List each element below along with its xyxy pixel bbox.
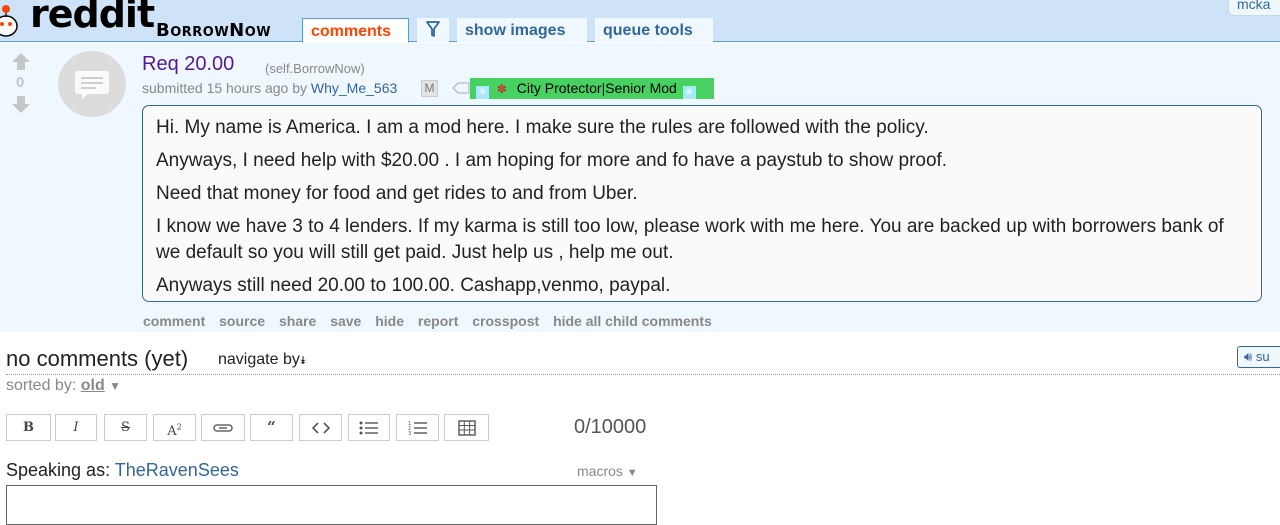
bulleted-list-button[interactable] bbox=[348, 414, 390, 441]
sort-dropdown[interactable]: old bbox=[81, 377, 105, 394]
report-link[interactable]: report bbox=[418, 313, 458, 329]
post-domain[interactable]: (self.BorrowNow) bbox=[265, 61, 365, 76]
comment-textarea[interactable] bbox=[6, 485, 657, 525]
macros-label: macros bbox=[577, 463, 623, 479]
link-button[interactable] bbox=[201, 414, 245, 441]
speaking-username[interactable]: TheRavenSees bbox=[115, 460, 239, 480]
speak-button[interactable]: 🔊︎ su bbox=[1237, 346, 1280, 368]
table-button[interactable] bbox=[444, 414, 489, 441]
divider bbox=[6, 374, 1280, 375]
user-menu[interactable]: mcka bbox=[1228, 0, 1280, 16]
link-icon bbox=[213, 423, 233, 432]
crosspost-link[interactable]: crosspost bbox=[472, 313, 539, 329]
comment-link[interactable]: comment bbox=[143, 313, 205, 329]
post-title[interactable]: Req 20.00 bbox=[142, 53, 234, 76]
body-paragraph: Anyways still need 20.00 to 100.00. Cash… bbox=[156, 275, 671, 296]
tab-filter[interactable] bbox=[417, 18, 449, 42]
submitted-text: submitted 15 hours ago by bbox=[142, 80, 307, 96]
source-link[interactable]: source bbox=[219, 313, 265, 329]
self-post-thumbnail[interactable] bbox=[58, 51, 126, 117]
speaking-as: Speaking as: TheRavenSees bbox=[6, 460, 239, 481]
post-score: 0 bbox=[16, 74, 25, 91]
strikethrough-button[interactable]: S bbox=[104, 414, 147, 441]
subreddit-name[interactable]: BorrowNow bbox=[156, 20, 271, 41]
caret-down-icon: ▼ bbox=[626, 467, 638, 479]
sorted-label: sorted by: bbox=[6, 377, 77, 394]
bold-icon: B bbox=[23, 420, 34, 435]
code-button[interactable] bbox=[299, 414, 342, 441]
italic-icon: I bbox=[73, 420, 79, 435]
quote-icon: “ bbox=[267, 418, 276, 436]
text-post-icon bbox=[75, 71, 109, 99]
upvote-icon[interactable] bbox=[8, 52, 34, 72]
downvote-icon[interactable] bbox=[8, 94, 34, 114]
flair-bug-icon: ✽ bbox=[496, 82, 507, 96]
quote-button[interactable]: “ bbox=[250, 414, 293, 441]
superscript-icon: A2 bbox=[167, 423, 182, 440]
reddit-alien-icon[interactable] bbox=[0, 2, 20, 38]
navigate-by-dropdown[interactable]: navigate by⯯ bbox=[218, 351, 306, 369]
bold-button[interactable]: B bbox=[6, 414, 51, 441]
header-bar: reddit BorrowNow comments show images qu… bbox=[0, 0, 1280, 43]
reddit-logo-text[interactable]: reddit bbox=[30, 0, 155, 36]
flair-emoji-icon: ✳ bbox=[682, 86, 696, 99]
speaker-icon: 🔊︎ bbox=[1244, 349, 1253, 364]
code-icon bbox=[311, 421, 330, 434]
caret-down-icon[interactable]: ▼ bbox=[109, 379, 121, 393]
body-paragraph: Hi. My name is America. I am a mod here.… bbox=[156, 117, 929, 138]
bulleted-list-icon bbox=[359, 421, 378, 434]
superscript-button[interactable]: A2 bbox=[153, 414, 196, 441]
flair-tag-icon bbox=[452, 82, 470, 94]
body-paragraph: Need that money for food and get rides t… bbox=[156, 183, 638, 204]
numbered-list-icon: 1 2 3 bbox=[408, 421, 427, 437]
post-tagline: submitted 15 hours ago by Why_Me_563 bbox=[142, 80, 397, 96]
body-paragraph: I know we have 3 to 4 lenders. If my kar… bbox=[156, 216, 1224, 263]
numbered-list-button[interactable]: 1 2 3 bbox=[396, 414, 439, 441]
hide-link[interactable]: hide bbox=[375, 313, 404, 329]
tab-comments[interactable]: comments bbox=[302, 18, 409, 43]
strikethrough-icon: S bbox=[121, 420, 130, 435]
flair-emoji-icon: ✳ bbox=[476, 86, 489, 99]
svg-text:3: 3 bbox=[408, 431, 411, 436]
table-icon bbox=[457, 419, 476, 436]
filter-icon bbox=[426, 21, 440, 37]
hide-child-comments-link[interactable]: hide all child comments bbox=[553, 313, 712, 329]
flair-text: City Protector|Senior Mod bbox=[516, 80, 677, 96]
user-flair: ✳ ✽ City Protector|Senior Mod ✳ bbox=[470, 78, 714, 99]
body-paragraph: Anyways, I need help with $20.00 . I am … bbox=[156, 150, 948, 171]
sort-control: sorted by: old ▼ bbox=[6, 377, 121, 395]
macros-dropdown[interactable]: macros ▼ bbox=[577, 463, 638, 479]
speak-button-label: su bbox=[1255, 349, 1270, 364]
post-action-buttons: comment source share save hide report cr… bbox=[143, 313, 722, 329]
navigate-by-label: navigate by bbox=[218, 351, 300, 368]
comments-title: no comments (yet) bbox=[6, 346, 189, 371]
chevron-down-icon: ⯯ bbox=[299, 355, 307, 367]
tab-show-images[interactable]: show images bbox=[457, 18, 587, 42]
speaking-label: Speaking as: bbox=[6, 460, 111, 480]
tab-queue-tools[interactable]: queue tools bbox=[595, 18, 713, 42]
post-body: Hi. My name is America. I am a mod here.… bbox=[142, 105, 1262, 302]
italic-button[interactable]: I bbox=[55, 414, 97, 441]
save-link[interactable]: save bbox=[330, 313, 361, 329]
share-link[interactable]: share bbox=[279, 313, 316, 329]
moderator-badge[interactable]: M bbox=[421, 80, 438, 97]
post-author[interactable]: Why_Me_563 bbox=[311, 80, 397, 96]
character-counter: 0/10000 bbox=[574, 416, 647, 438]
